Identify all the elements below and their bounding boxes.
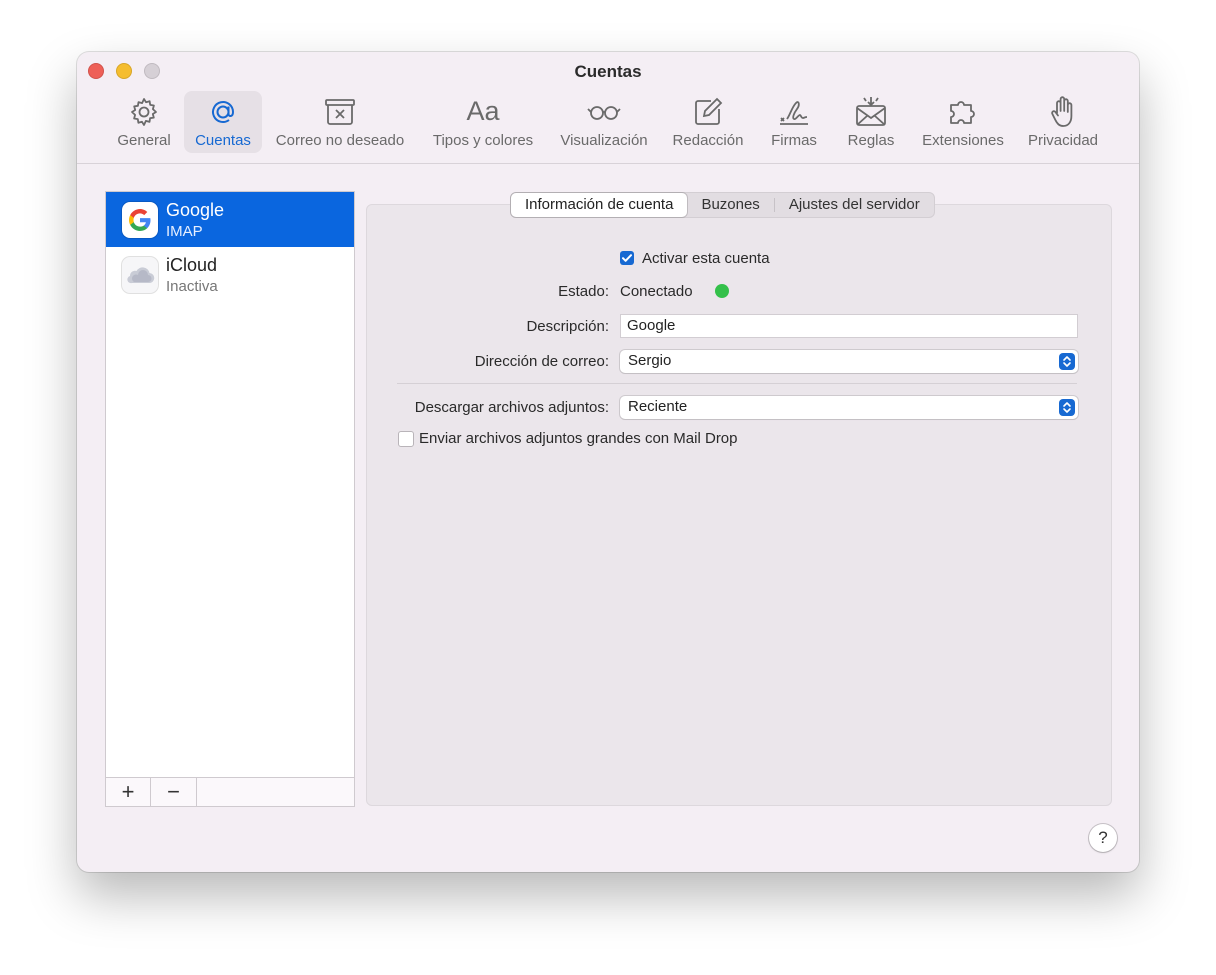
signature-icon (780, 101, 808, 125)
toolbar-item-correo-no-deseado[interactable]: Correo no deseado (269, 91, 411, 153)
google-icon (122, 202, 158, 238)
mail-drop-label: Enviar archivos adjuntos grandes con Mai… (419, 430, 738, 447)
toolbar-item-visualizacion[interactable]: Visualización (555, 91, 653, 153)
status-indicator (715, 284, 729, 298)
list-footer: + − (106, 777, 354, 806)
description-label: Descripción: (526, 318, 609, 335)
font-aa-icon: Aa (466, 96, 500, 126)
gear-icon (131, 98, 157, 126)
toolbar-label-tipos-y-colores: Tipos y colores (432, 132, 534, 149)
up-down-chevron-icon (1059, 399, 1075, 416)
add-account-button[interactable]: + (106, 778, 151, 806)
download-attachments-select[interactable]: Reciente (620, 396, 1078, 419)
up-down-chevron-icon (1059, 353, 1075, 370)
account-item-icloud[interactable]: iCloud Inactiva (106, 247, 354, 302)
email-select[interactable]: Sergio (620, 350, 1078, 373)
toolbar-item-cuentas[interactable]: Cuentas (184, 91, 262, 153)
toolbar-label-correo-no-deseado: Correo no deseado (275, 132, 405, 149)
account-type: IMAP (166, 223, 203, 240)
account-name: Google (166, 200, 225, 220)
toolbar-label-extensiones: Extensiones (922, 132, 1004, 149)
preferences-toolbar: General Cuentas Correo no deseado Aa Tip… (77, 91, 1139, 164)
remove-account-button[interactable]: − (151, 778, 197, 806)
email-label: Dirección de correo: (474, 353, 609, 370)
toolbar-label-privacidad: Privacidad (1027, 132, 1099, 149)
help-button[interactable]: ? (1089, 824, 1117, 852)
enable-account-checkbox[interactable] (620, 251, 634, 265)
toolbar-label-general: General (117, 132, 171, 149)
toolbar-label-firmas: Firmas (771, 132, 817, 149)
tab-ajustes-del-servidor[interactable]: Ajustes del servidor (775, 193, 934, 217)
at-sign-icon (212, 101, 235, 123)
puzzle-icon (950, 101, 975, 124)
accounts-list: Google IMAP iCloud Inactiva + − (105, 191, 355, 807)
toolbar-item-privacidad[interactable]: Privacidad (1021, 91, 1105, 153)
toolbar-label-visualizacion: Visualización (560, 132, 648, 149)
preferences-window: Cuentas General Cuentas Correo no desead… (77, 52, 1139, 872)
compose-icon (695, 97, 723, 125)
toolbar-label-reglas: Reglas (847, 132, 895, 149)
status-value: Conectado (620, 283, 693, 300)
toolbar-label-cuentas: Cuentas (195, 132, 251, 149)
toolbar-item-tipos-y-colores[interactable]: Aa Tipos y colores (426, 91, 540, 153)
toolbar-item-redaccion[interactable]: Redacción (668, 91, 748, 153)
tab-buzones[interactable]: Buzones (687, 193, 773, 217)
toolbar-label-redaccion: Redacción (672, 132, 744, 149)
toolbar-item-firmas[interactable]: Firmas (763, 91, 825, 153)
toolbar-item-general[interactable]: General (110, 91, 178, 153)
mail-drop-checkbox[interactable] (398, 431, 414, 447)
segmented-tabs: Información de cuenta Buzones Ajustes de… (510, 192, 935, 218)
description-field[interactable]: Google (620, 314, 1078, 338)
toolbar-item-reglas[interactable]: Reglas (840, 91, 902, 153)
window-title: Cuentas (574, 62, 642, 81)
account-item-google[interactable]: Google IMAP (106, 192, 354, 247)
form-divider (397, 383, 1077, 384)
rules-envelope-icon (856, 97, 886, 126)
tab-informacion-de-cuenta[interactable]: Información de cuenta (511, 193, 688, 217)
status-label: Estado: (558, 283, 609, 300)
account-name: iCloud (166, 255, 218, 275)
icloud-icon (122, 257, 158, 293)
glasses-icon (587, 106, 621, 120)
email-select-value: Sergio (628, 352, 672, 369)
download-attachments-label: Descargar archivos adjuntos: (414, 399, 609, 416)
checkmark-icon (622, 254, 632, 262)
junk-bin-icon (325, 99, 355, 125)
enable-account-label: Activar esta cuenta (642, 250, 770, 267)
account-type: Inactiva (166, 278, 218, 295)
toolbar-item-extensiones[interactable]: Extensiones (915, 91, 1011, 153)
download-attachments-value: Reciente (628, 398, 688, 415)
hand-icon (1051, 96, 1073, 127)
